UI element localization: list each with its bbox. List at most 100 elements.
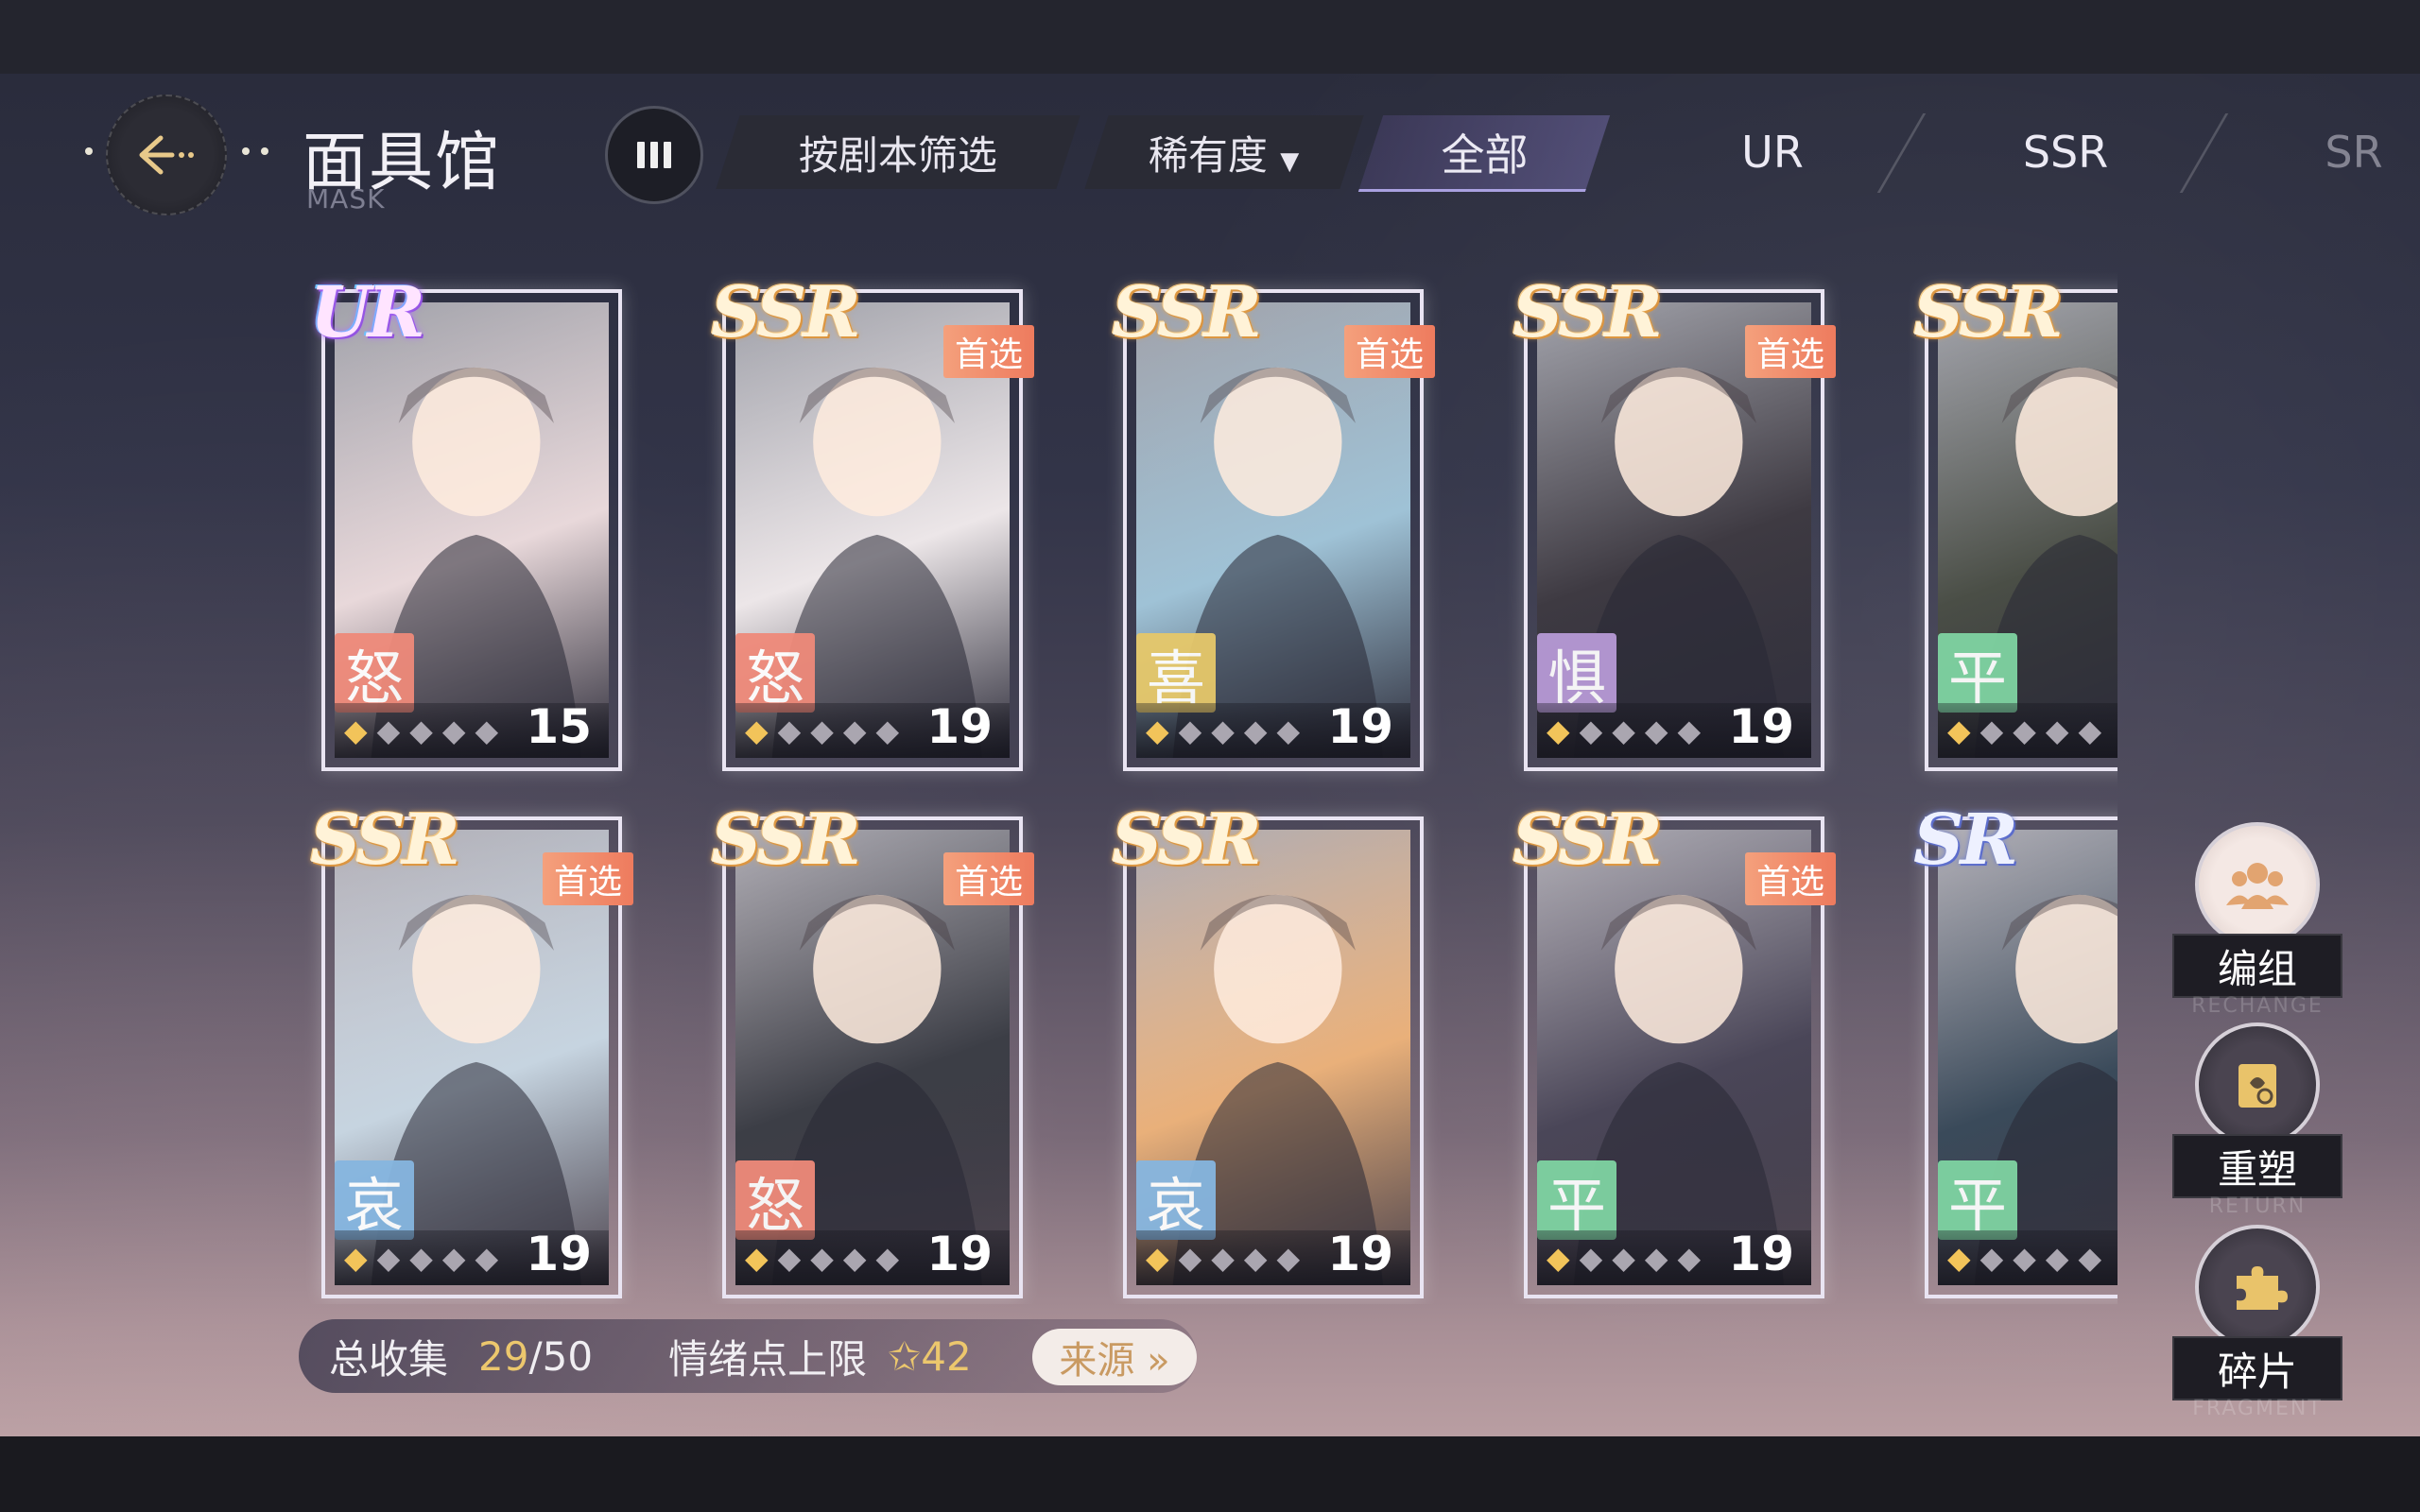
- preferred-badge: 首选: [942, 852, 1034, 905]
- star-icon: ◆: [1612, 713, 1635, 748]
- mask-card[interactable]: SSR 哀 ◆ ◆ ◆ ◆ ◆ 19: [1112, 799, 1424, 1298]
- preferred-badge: 首选: [1744, 852, 1836, 905]
- star-icon: ◆: [1178, 1240, 1202, 1276]
- fragment-label: 碎片: [2172, 1336, 2342, 1400]
- emotion-tag: 哀: [1136, 1160, 1216, 1240]
- star-icon: ◆: [875, 713, 900, 748]
- top-letterbox: [0, 0, 2420, 74]
- star-icon: ◆: [875, 1240, 900, 1276]
- preferred-badge: 首选: [542, 852, 633, 905]
- source-button[interactable]: 来源 »: [1032, 1329, 1197, 1385]
- menu-button[interactable]: [605, 106, 703, 204]
- menu-icon: [637, 142, 645, 168]
- star-rating: ◆ ◆ ◆ ◆ ◆ 19: [1136, 699, 1410, 758]
- page-subtitle: MASK: [306, 183, 386, 215]
- mask-card[interactable]: SSR 首选喜 ◆ ◆ ◆ ◆ ◆ 19: [1112, 272, 1435, 771]
- star-icon: ◆: [475, 1240, 499, 1276]
- rarity-label: SSR: [1913, 272, 2064, 353]
- rarity-label: SSR: [1112, 799, 1262, 881]
- mask-card[interactable]: SSR 首选怒 ◆ ◆ ◆ ◆ ◆ 19: [711, 272, 1034, 771]
- card-level: 19: [1728, 1227, 1794, 1281]
- bottom-letterbox: [0, 1436, 2420, 1512]
- mask-card[interactable]: SSR 首选平 ◆ ◆ ◆ ◆ ◆ 19: [1512, 799, 1836, 1298]
- mask-card[interactable]: SSR 首选哀 ◆ ◆ ◆ ◆ ◆ 19: [310, 799, 633, 1298]
- star-icon: ◆: [1146, 713, 1169, 748]
- card-level: 19: [926, 1227, 993, 1281]
- star-icon: ◆: [1677, 713, 1702, 748]
- star-icon: ◆: [1947, 1240, 1971, 1276]
- collection-count: 29: [478, 1332, 529, 1380]
- group-button[interactable]: 编组 RECHANGE: [2172, 822, 2342, 1018]
- star-icon: ◆: [1677, 1240, 1702, 1276]
- group-sub: RECHANGE: [2191, 994, 2324, 1018]
- group-icon: [2226, 863, 2289, 909]
- mask-card[interactable]: SSR 平 ◆ ◆ ◆ ◆ ◆: [1913, 272, 2118, 771]
- puzzle-icon: [2237, 1266, 2288, 1310]
- reshape-button[interactable]: 重塑 RETURN: [2172, 1022, 2342, 1218]
- star-icon: ◆: [745, 713, 769, 748]
- star-icon: ◆: [1211, 713, 1235, 748]
- star-rating: ◆ ◆ ◆ ◆ ◆: [1938, 703, 2118, 758]
- collection-total: /50: [528, 1332, 594, 1380]
- preferred-badge: 首选: [1343, 325, 1435, 378]
- mask-card[interactable]: SSR 首选怒 ◆ ◆ ◆ ◆ ◆ 19: [711, 799, 1034, 1298]
- deco-dot: [85, 147, 93, 155]
- tab-ur[interactable]: UR: [1664, 115, 1881, 189]
- star-icon: ◆: [1644, 1240, 1668, 1276]
- star-icon: ◆: [1276, 713, 1301, 748]
- rarity-filter-dropdown[interactable]: 稀有度 ▼: [1084, 115, 1364, 189]
- card-level: 19: [1327, 699, 1393, 754]
- star-icon: ◆: [842, 713, 867, 748]
- emotion-tag: 平: [1938, 633, 2017, 713]
- star-icon: ◆: [1243, 1240, 1268, 1276]
- tab-sr[interactable]: SR: [2259, 115, 2420, 189]
- back-button[interactable]: [106, 94, 227, 215]
- star-icon: ◆: [810, 1240, 834, 1276]
- star-icon: ◆: [1947, 713, 1971, 748]
- collection-label: 总收集: [329, 1335, 449, 1383]
- reshape-icon: [2238, 1064, 2276, 1108]
- star-icon: ◆: [2078, 1240, 2102, 1276]
- star-icon: ◆: [409, 713, 433, 748]
- rarity-filter-label: 稀有度: [1149, 131, 1269, 179]
- mask-card[interactable]: UR 怒 ◆ ◆ ◆ ◆ ◆ 15: [310, 272, 622, 771]
- group-label: 编组: [2172, 934, 2342, 998]
- back-arrow-icon: [139, 135, 194, 175]
- star-icon: ◆: [344, 1240, 368, 1276]
- star-icon: ◆: [1243, 713, 1268, 748]
- tab-ssr-label: SSR: [2022, 127, 2109, 178]
- deco-dot: [242, 147, 250, 155]
- star-icon: ◆: [441, 1240, 466, 1276]
- script-filter-button[interactable]: 按剧本筛选: [716, 115, 1080, 189]
- star-icon: ✩: [888, 1332, 922, 1380]
- star-icon: ◆: [1276, 1240, 1301, 1276]
- emotion-tag: 喜: [1136, 633, 1216, 713]
- card-level: 15: [526, 699, 592, 754]
- star-icon: ◆: [1146, 1240, 1169, 1276]
- mask-card[interactable]: SR 平 ◆ ◆ ◆ ◆ ◆: [1913, 799, 2118, 1298]
- star-icon: ◆: [2013, 713, 2036, 748]
- star-icon: ◆: [376, 713, 401, 748]
- star-icon: ◆: [376, 1240, 401, 1276]
- star-icon: ◆: [1547, 713, 1570, 748]
- star-rating: ◆ ◆ ◆ ◆ ◆ 19: [1537, 1227, 1811, 1285]
- star-rating: ◆ ◆ ◆ ◆ ◆ 19: [1537, 699, 1811, 758]
- reshape-sub: RETURN: [2208, 1194, 2307, 1218]
- mask-card[interactable]: SSR 首选惧 ◆ ◆ ◆ ◆ ◆ 19: [1512, 272, 1836, 771]
- rarity-label: SR: [1913, 799, 2018, 881]
- script-filter-label: 按剧本筛选: [798, 131, 997, 179]
- tab-ur-label: UR: [1741, 127, 1804, 178]
- star-icon: ◆: [344, 713, 368, 748]
- star-icon: ◆: [745, 1240, 769, 1276]
- tab-all[interactable]: 全部: [1357, 115, 1611, 192]
- reshape-label: 重塑: [2172, 1134, 2342, 1198]
- deco-dot: [261, 147, 268, 155]
- preferred-badge: 首选: [942, 325, 1034, 378]
- star-icon: ◆: [2045, 713, 2069, 748]
- star-icon: ◆: [441, 713, 466, 748]
- fragment-button[interactable]: 碎片 FRAGMENT: [2172, 1225, 2342, 1420]
- star-icon: ◆: [777, 1240, 802, 1276]
- star-rating: ◆ ◆ ◆ ◆ ◆ 15: [335, 699, 609, 758]
- tab-ssr[interactable]: SSR: [1957, 115, 2174, 189]
- emotion-tag: 平: [1537, 1160, 1616, 1240]
